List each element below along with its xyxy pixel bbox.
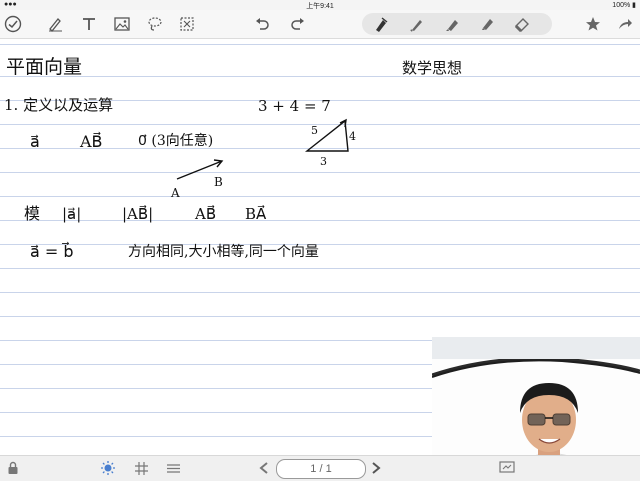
point-a-label: A — [170, 186, 180, 200]
eraser-icon[interactable] — [511, 13, 533, 35]
vector-ba: BA⃗ — [245, 204, 267, 223]
text-icon[interactable] — [78, 13, 100, 35]
triangle-label-side: 4 — [349, 130, 356, 143]
vector-ab-2: AB⃗ — [194, 204, 216, 223]
equation: 3 + 4 = 7 — [258, 97, 331, 115]
line-definition: 1. 定义以及运算 — [4, 96, 113, 114]
prev-page-icon[interactable] — [256, 458, 272, 478]
pen-icon[interactable] — [44, 13, 66, 35]
modulus-a: |a⃗| — [62, 205, 81, 223]
grid-icon[interactable] — [131, 458, 151, 478]
shapes-icon[interactable] — [176, 13, 198, 35]
toolbar — [0, 10, 640, 39]
battery-indicator: 100% ▮ — [612, 2, 636, 9]
equality-explanation: 方向相同,大小相等,同一个向量 — [128, 243, 319, 260]
status-bar: ●●● 上午9:41 100% ▮ — [0, 0, 640, 10]
marker-icon[interactable] — [476, 13, 498, 35]
note-title: 平面向量 — [6, 56, 82, 78]
pen-tray — [362, 13, 552, 35]
vector-a: a⃗ — [30, 132, 40, 151]
lasso-icon[interactable] — [144, 13, 166, 35]
bottom-bar: 1 / 1 — [0, 455, 640, 481]
heading-right: 数学思想 — [402, 59, 462, 77]
image-icon[interactable] — [111, 13, 133, 35]
modulus-ab: |AB⃗| — [122, 204, 153, 223]
undo-icon[interactable] — [251, 13, 273, 35]
fountain-pen-icon[interactable] — [370, 13, 392, 35]
page-indicator[interactable]: 1 / 1 — [276, 459, 366, 479]
highlighter-icon[interactable] — [441, 13, 463, 35]
presentation-icon[interactable] — [497, 458, 517, 478]
brightness-icon[interactable] — [98, 458, 118, 478]
battery-percent: 100% — [612, 2, 631, 9]
list-icon[interactable] — [163, 458, 183, 478]
redo-icon[interactable] — [287, 13, 309, 35]
lock-icon[interactable] — [5, 458, 21, 478]
zero-vector-note: 0⃗ (3向任意) — [138, 132, 213, 149]
triangle-label-hyp: 5 — [311, 124, 318, 137]
point-b-label: B — [214, 175, 223, 189]
share-icon[interactable] — [614, 13, 636, 35]
pen-icon[interactable] — [406, 13, 428, 35]
modulus-label: 模 — [24, 204, 40, 223]
vector-equality: a⃗ = b⃗ — [30, 241, 74, 261]
done-check-icon[interactable] — [2, 13, 24, 35]
triangle-label-base: 3 — [320, 155, 327, 168]
vector-ab: AB⃗ — [79, 131, 103, 151]
next-page-icon[interactable] — [368, 458, 384, 478]
star-icon[interactable] — [582, 13, 604, 35]
